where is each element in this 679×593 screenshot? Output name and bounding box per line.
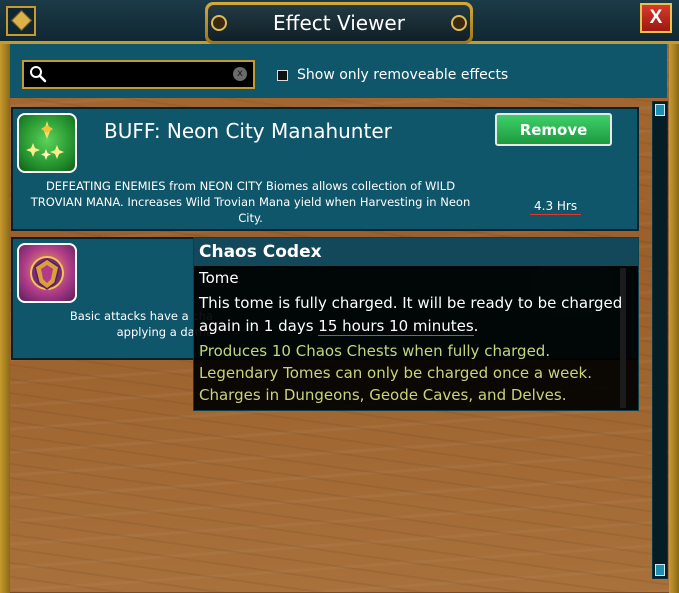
- title-plaque: Effect Viewer: [205, 2, 473, 44]
- tooltip-header: Chaos Codex: [194, 238, 638, 266]
- list-scrollbar[interactable]: [652, 101, 668, 579]
- tooltip-charge-status: This tome is fully charged. It will be r…: [199, 294, 623, 312]
- mana-sparkle-icon: [17, 113, 77, 173]
- tooltip-charge-suffix: .: [473, 317, 479, 335]
- window-title: Effect Viewer: [208, 5, 470, 41]
- tooltip-charge-time: again in 1 days 15 hours 10 minutes.: [199, 317, 479, 336]
- effect-description-line: Basic attacks have a cha applying a dama: [69, 309, 213, 339]
- effect-viewer-window: Effect Viewer X x Show only removeable e…: [0, 0, 679, 593]
- tooltip-charge-countdown: 15 hours 10 minutes: [318, 317, 474, 336]
- tooltip-charge-prefix: again in 1 days: [199, 317, 319, 335]
- menu-button[interactable]: [6, 6, 36, 36]
- remove-button[interactable]: Remove: [495, 113, 612, 146]
- tooltip-info-line: Produces 10 Chaos Chests when fully char…: [199, 342, 551, 360]
- sparkle-icon: [26, 121, 64, 160]
- emblem-icon: [30, 256, 64, 290]
- search-box[interactable]: x: [22, 60, 255, 89]
- removeable-filter-checkbox[interactable]: [277, 70, 288, 81]
- effect-duration: 4.3 Hrs: [530, 199, 582, 215]
- chaos-emblem-icon: [17, 243, 77, 303]
- bolt-icon: [211, 15, 227, 31]
- frame-right: [669, 0, 679, 593]
- scroll-down-arrow[interactable]: [655, 564, 665, 576]
- item-tooltip: Chaos Codex Tome This tome is fully char…: [193, 237, 639, 411]
- search-icon: [30, 66, 47, 83]
- tooltip-info-line: Charges in Dungeons, Geode Caves, and De…: [199, 386, 567, 404]
- tooltip-scrollbar: [620, 268, 626, 408]
- effect-description: DEFEATING ENEMIES from NEON CITY Biomes …: [30, 179, 471, 225]
- tooltip-info-line: Legendary Tomes can only be charged once…: [199, 364, 593, 382]
- tooltip-title: Chaos Codex: [199, 242, 322, 262]
- clear-search-icon[interactable]: x: [233, 67, 247, 81]
- effect-description: Basic attacks have a cha applying a dama: [23, 308, 213, 340]
- bolt-icon: [451, 15, 467, 31]
- effect-name: BUFF: Neon City Manahunter: [104, 119, 392, 143]
- close-button[interactable]: X: [640, 3, 672, 33]
- removeable-filter-label[interactable]: Show only removeable effects: [297, 67, 508, 83]
- effect-card: BUFF: Neon City Manahunter Remove DEFEAT…: [11, 107, 639, 231]
- scroll-up-arrow[interactable]: [655, 104, 665, 116]
- search-input[interactable]: [52, 64, 226, 87]
- frame-left: [0, 0, 10, 593]
- tooltip-type: Tome: [199, 269, 239, 287]
- diamond-icon: [10, 9, 33, 32]
